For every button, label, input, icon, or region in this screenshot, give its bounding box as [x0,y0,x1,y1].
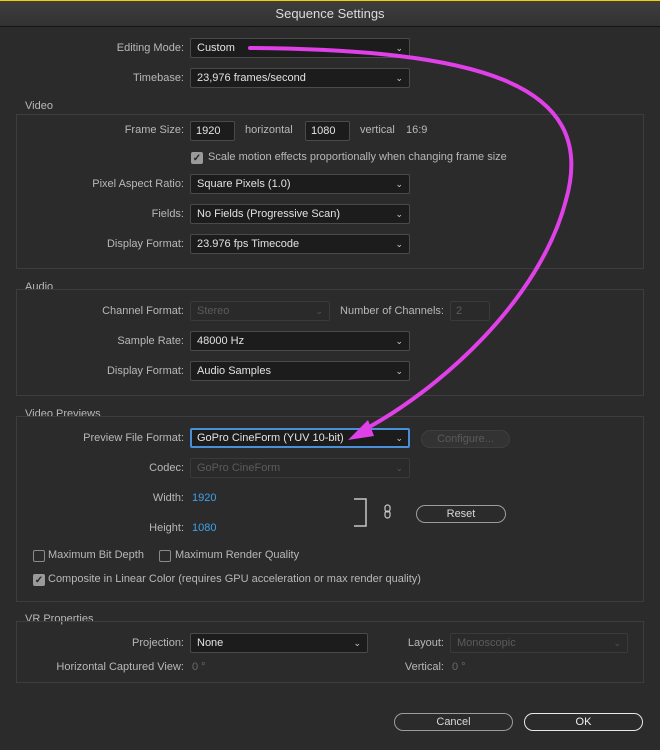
vertical-captured-label: Vertical: [404,661,444,673]
layout-value: Monoscopic [457,637,516,649]
chevron-down-icon: ⌄ [613,638,621,648]
audio-display-format-dropdown[interactable]: Audio Samples ⌄ [190,361,410,381]
width-label: Width: [152,492,184,504]
horizontal-captured-view-value[interactable]: 0 ° [192,657,206,677]
pixel-aspect-ratio-value: Square Pixels (1.0) [197,178,291,190]
video-group-title: Video [25,100,53,112]
number-of-channels-label: Number of Channels: [340,305,444,317]
width-value[interactable]: 1920 [192,488,216,508]
max-render-quality-label: Maximum Render Quality [175,549,300,561]
window-title: Sequence Settings [275,6,385,21]
height-value[interactable]: 1080 [192,518,216,538]
vertical-captured-value[interactable]: 0 ° [452,657,466,677]
frame-width-input[interactable]: 1920 [190,121,235,141]
checkmark-icon: ✓ [34,575,44,586]
linear-color-label: Composite in Linear Color (requires GPU … [48,573,421,585]
link-bracket [354,498,367,527]
chevron-down-icon: ⌄ [353,638,361,648]
chevron-down-icon: ⌄ [395,336,403,346]
ok-button[interactable]: OK [524,713,643,731]
height-label: Height: [149,522,184,534]
horizontal-label: horizontal [245,124,293,136]
configure-button[interactable]: Configure... [421,430,510,448]
pixel-aspect-ratio-label: Pixel Aspect Ratio: [92,178,184,190]
projection-value: None [197,637,224,649]
codec-dropdown[interactable]: GoPro CineForm ⌄ [190,458,410,478]
audio-display-format-value: Audio Samples [197,365,271,377]
linear-color-checkbox[interactable]: ✓ [33,574,45,586]
frame-height-input[interactable]: 1080 [305,121,350,141]
chevron-down-icon: ⌄ [395,239,403,249]
chevron-down-icon: ⌄ [315,306,323,316]
layout-dropdown[interactable]: Monoscopic ⌄ [450,633,628,653]
video-display-format-label: Display Format: [106,238,184,250]
chain-link-icon[interactable] [383,504,393,520]
fields-value: No Fields (Progressive Scan) [197,208,341,220]
chevron-down-icon: ⌄ [395,73,403,83]
horizontal-captured-view-label: Horizontal Captured View: [56,661,184,673]
chevron-down-icon: ⌄ [395,463,403,473]
max-render-quality-checkbox[interactable] [159,550,171,562]
timebase-label: Timebase: [133,72,184,84]
reset-button[interactable]: Reset [416,505,506,523]
editing-mode-value: Custom [197,42,235,54]
chevron-down-icon: ⌄ [395,433,403,443]
channel-format-dropdown[interactable]: Stereo ⌄ [190,301,330,321]
cancel-button[interactable]: Cancel [394,713,513,731]
fields-label: Fields: [151,208,184,220]
frame-size-label: Frame Size: [124,124,184,136]
sample-rate-dropdown[interactable]: 48000 Hz ⌄ [190,331,410,351]
projection-dropdown[interactable]: None ⌄ [190,633,368,653]
layout-label: Layout: [407,637,444,649]
video-display-format-dropdown[interactable]: 23.976 fps Timecode ⌄ [190,234,410,254]
preview-file-format-value: GoPro CineForm (YUV 10-bit) [197,432,344,444]
audio-display-format-label: Display Format: [106,365,184,377]
fields-dropdown[interactable]: No Fields (Progressive Scan) ⌄ [190,204,410,224]
sample-rate-value: 48000 Hz [197,335,245,347]
chevron-down-icon: ⌄ [395,366,403,376]
pixel-aspect-ratio-dropdown[interactable]: Square Pixels (1.0) ⌄ [190,174,410,194]
projection-label: Projection: [132,637,184,649]
number-of-channels-input[interactable]: 2 [450,301,490,321]
scale-motion-checkbox[interactable]: ✓ [191,152,203,164]
chevron-down-icon: ⌄ [395,209,403,219]
channel-format-label: Channel Format: [102,305,184,317]
chevron-down-icon: ⌄ [395,43,403,53]
aspect-ratio-text: 16:9 [406,124,428,136]
channel-format-value: Stereo [197,305,230,317]
chevron-down-icon: ⌄ [395,179,403,189]
editing-mode-dropdown[interactable]: Custom ⌄ [190,38,410,58]
max-bit-depth-checkbox[interactable] [33,550,45,562]
title-bar: Sequence Settings [0,0,660,27]
scale-motion-label: Scale motion effects proportionally when… [208,151,507,163]
codec-value: GoPro CineForm [197,462,281,474]
checkmark-icon: ✓ [192,153,202,164]
preview-file-format-dropdown[interactable]: GoPro CineForm (YUV 10-bit) ⌄ [190,428,410,448]
editing-mode-label: Editing Mode: [116,42,184,54]
video-display-format-value: 23.976 fps Timecode [197,238,300,250]
timebase-value: 23,976 frames/second [197,72,306,84]
max-bit-depth-label: Maximum Bit Depth [48,549,144,561]
timebase-dropdown[interactable]: 23,976 frames/second ⌄ [190,68,410,88]
sample-rate-label: Sample Rate: [117,335,184,347]
preview-file-format-label: Preview File Format: [83,432,184,444]
codec-label: Codec: [149,462,184,474]
vertical-label: vertical [360,124,395,136]
